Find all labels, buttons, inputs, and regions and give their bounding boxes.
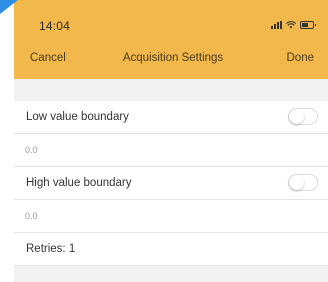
battery-icon [300, 21, 316, 29]
retries-row[interactable]: Retries: 1 [14, 233, 328, 266]
high-boundary-value-row[interactable]: 0.0 [14, 200, 328, 233]
settings-list: Low value boundary 0.0 High value bounda… [14, 79, 328, 282]
signal-icon [271, 21, 282, 29]
section-spacer [14, 266, 328, 282]
low-boundary-value-row[interactable]: 0.0 [14, 134, 328, 167]
low-boundary-toggle[interactable] [288, 108, 318, 125]
low-boundary-row: Low value boundary [14, 101, 328, 134]
retries-label: Retries: 1 [26, 243, 76, 255]
status-icons [271, 20, 316, 30]
toggle-knob [289, 109, 304, 124]
wifi-icon [286, 21, 296, 29]
high-boundary-toggle[interactable] [288, 174, 318, 191]
navigation-header: 14:04 Cancel Acquisition Settings Done [14, 0, 328, 79]
high-boundary-label: High value boundary [26, 177, 132, 189]
phone-screen: 14:04 Cancel Acquisition Settings Done L… [14, 0, 328, 282]
corner-marker-icon [0, 0, 18, 14]
low-boundary-label: Low value boundary [26, 111, 129, 123]
page-title: Acquisition Settings [122, 52, 224, 64]
status-time: 14:04 [39, 19, 71, 33]
high-boundary-value: 0.0 [25, 211, 38, 221]
section-spacer [14, 79, 328, 101]
low-boundary-value: 0.0 [25, 145, 38, 155]
done-button[interactable]: Done [287, 52, 315, 64]
toggle-knob [289, 175, 304, 190]
high-boundary-row: High value boundary [14, 167, 328, 200]
